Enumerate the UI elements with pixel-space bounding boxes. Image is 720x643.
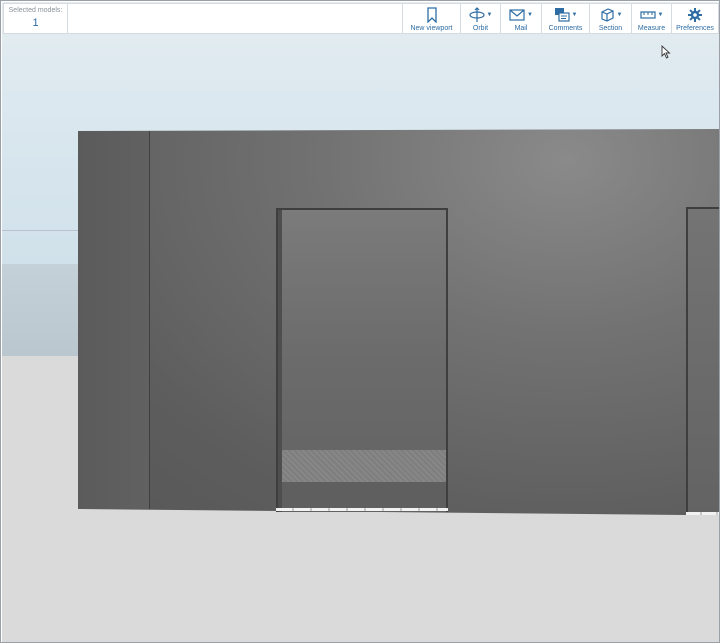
gear-icon	[688, 8, 702, 22]
selected-models-label: Selected models:	[8, 7, 63, 14]
section-box-icon	[600, 8, 614, 22]
chevron-down-icon[interactable]: ▼	[487, 12, 493, 18]
mail-button[interactable]: ▼ Mail	[500, 4, 541, 33]
preferences-button[interactable]: Preferences	[671, 4, 718, 33]
floor-edge-right	[686, 512, 719, 515]
3d-viewport[interactable]	[2, 2, 719, 642]
selected-models-indicator: Selected models: 1	[4, 4, 68, 33]
comments-icon	[554, 8, 570, 22]
new-viewport-button[interactable]: New viewport	[402, 4, 460, 33]
measure-button[interactable]: ▼ Measure	[631, 4, 671, 33]
chevron-down-icon[interactable]: ▼	[658, 12, 664, 18]
door-threshold[interactable]	[282, 450, 446, 482]
mail-icon	[509, 9, 525, 21]
viewer-window: Selected models: 1 New viewport ▼ Orbit	[0, 0, 720, 643]
door-opening-right[interactable]	[686, 207, 719, 513]
orbit-button[interactable]: ▼ Orbit	[460, 4, 500, 33]
background-building	[2, 264, 78, 356]
section-button[interactable]: ▼ Section	[589, 4, 631, 33]
viewer-toolbar: Selected models: 1 New viewport ▼ Orbit	[3, 3, 719, 34]
wall-panel-left[interactable]	[78, 131, 150, 509]
chevron-down-icon[interactable]: ▼	[617, 12, 623, 18]
horizon-line	[2, 230, 78, 231]
chevron-down-icon[interactable]: ▼	[527, 12, 533, 18]
measure-icon	[639, 11, 656, 19]
comments-button[interactable]: ▼ Comments	[541, 4, 589, 33]
orbit-icon	[468, 7, 485, 22]
bookmark-icon	[426, 7, 437, 23]
floor-edge	[276, 508, 448, 511]
door-base[interactable]	[282, 482, 446, 508]
chevron-down-icon[interactable]: ▼	[572, 12, 578, 18]
selected-models-count[interactable]: 1	[32, 15, 38, 31]
mouse-cursor-icon	[661, 45, 671, 59]
door-opening[interactable]	[276, 208, 448, 512]
